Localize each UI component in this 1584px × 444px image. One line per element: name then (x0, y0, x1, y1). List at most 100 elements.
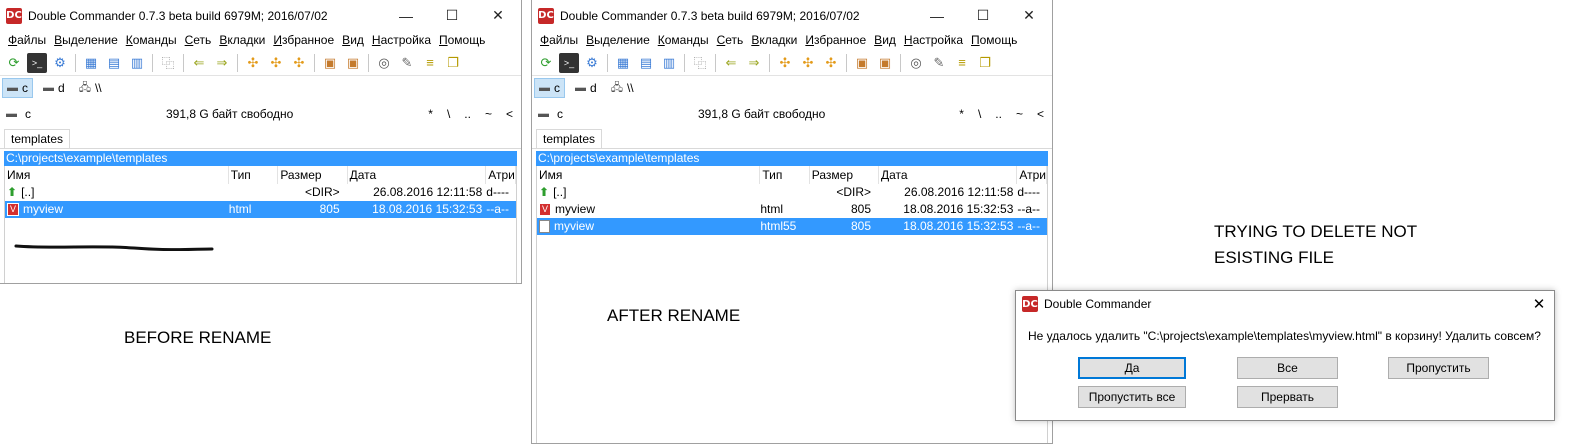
menu-commands[interactable]: Команды (654, 31, 713, 50)
col-size[interactable]: Размер (810, 166, 879, 184)
drive-button-c[interactable]: ▬ c (2, 78, 33, 98)
dialog-title-bar[interactable]: DC Double Commander ✕ (1016, 291, 1554, 317)
copy-left-icon[interactable]: ⇐ (189, 53, 209, 73)
drive-button-network[interactable]: 🖧 \\ (75, 77, 106, 100)
brief-view-icon[interactable]: ▦ (81, 53, 101, 73)
terminal-icon[interactable]: >_ (27, 52, 47, 73)
col-attr[interactable]: Атри (1017, 166, 1047, 184)
col-size[interactable]: Размер (278, 166, 348, 184)
current-drive[interactable]: ▬ c (6, 107, 166, 121)
menu-commands[interactable]: Команды (122, 31, 181, 50)
menu-selection[interactable]: Выделение (582, 31, 654, 50)
full-view-icon[interactable]: ▤ (104, 53, 124, 73)
menu-favorites[interactable]: Избранное (269, 31, 338, 50)
nav-root-button[interactable]: \ (447, 107, 450, 121)
flat-view-icon[interactable]: ⿻ (690, 53, 710, 73)
menu-network[interactable]: Сеть (181, 31, 216, 50)
tab-templates[interactable]: templates (536, 129, 603, 148)
col-name[interactable]: Имя (537, 166, 761, 184)
yes-button[interactable]: Да (1078, 357, 1186, 379)
thumbnail-view-icon[interactable]: ▥ (659, 53, 679, 73)
drive-button-c[interactable]: ▬ c (534, 78, 565, 98)
close-button[interactable]: ✕ (1006, 0, 1052, 31)
multi-rename-icon[interactable]: ✎ (397, 53, 417, 73)
menu-files[interactable]: Файлы (4, 31, 50, 50)
flat-view-icon[interactable]: ⿻ (158, 53, 178, 73)
search-binoculars-icon[interactable]: ◎ (374, 53, 394, 73)
drive-button-d[interactable]: ▬ d (39, 79, 69, 97)
options-gear-icon[interactable]: ⚙ (50, 53, 70, 73)
col-attr[interactable]: Атри (486, 166, 516, 184)
maximize-button[interactable]: ☐ (429, 0, 475, 31)
multi-rename-icon[interactable]: ✎ (929, 53, 949, 73)
terminal-icon[interactable]: >_ (559, 52, 579, 73)
col-type[interactable]: Тип (229, 166, 279, 184)
nav-up-button[interactable]: .. (464, 107, 471, 121)
compare-icon[interactable]: ❐ (975, 53, 995, 73)
file-row-myview-html55[interactable]: myview html55 805 18.08.2016 15:32:53 --… (537, 218, 1047, 235)
menu-selection[interactable]: Выделение (50, 31, 122, 50)
path-bar[interactable]: C:\projects\example\templates (536, 151, 1048, 166)
file-row-myview[interactable]: V myview html 805 18.08.2016 15:32:53 --… (5, 201, 516, 218)
sync-dirs-icon[interactable]: ≡ (420, 53, 440, 73)
menu-settings[interactable]: Настройка (900, 31, 967, 50)
file-row-myview-html[interactable]: V myview html 805 18.08.2016 15:32:53 --… (537, 201, 1047, 218)
title-bar[interactable]: DC Double Commander 0.7.3 beta build 697… (532, 0, 1052, 31)
minimize-button[interactable]: — (914, 0, 960, 31)
tab-templates[interactable]: templates (4, 129, 71, 148)
pack-icon[interactable]: ▣ (852, 53, 872, 73)
full-view-icon[interactable]: ▤ (636, 53, 656, 73)
nav-up-button[interactable]: .. (995, 107, 1002, 121)
maximize-button[interactable]: ☐ (960, 0, 1006, 31)
col-type[interactable]: Тип (760, 166, 810, 184)
minimize-button[interactable]: — (383, 0, 429, 31)
unpack-icon[interactable]: ▣ (875, 53, 895, 73)
skip-button[interactable]: Пропустить (1388, 357, 1489, 379)
col-date[interactable]: Дата (879, 166, 1018, 184)
invert-selection-icon[interactable]: ✣ (821, 53, 841, 73)
nav-home-button[interactable]: ~ (485, 107, 492, 121)
menu-tabs[interactable]: Вкладки (215, 31, 269, 50)
title-bar[interactable]: DC Double Commander 0.7.3 beta build 697… (0, 0, 521, 31)
col-date[interactable]: Дата (348, 166, 487, 184)
invert-selection-icon[interactable]: ✣ (289, 53, 309, 73)
select-group-icon[interactable]: ✣ (243, 53, 263, 73)
menu-tabs[interactable]: Вкладки (747, 31, 801, 50)
drive-button-network[interactable]: 🖧 \\ (607, 77, 638, 100)
select-group-icon[interactable]: ✣ (775, 53, 795, 73)
options-gear-icon[interactable]: ⚙ (582, 53, 602, 73)
sync-dirs-icon[interactable]: ≡ (952, 53, 972, 73)
nav-home-button[interactable]: ~ (1016, 107, 1023, 121)
drive-button-d[interactable]: ▬ d (571, 79, 601, 97)
current-drive[interactable]: ▬ c (538, 107, 698, 121)
col-name[interactable]: Имя (5, 166, 229, 184)
file-row-parent[interactable]: ⬆ [..] <DIR> 26.08.2016 12:11:58 d---- (5, 184, 516, 201)
refresh-icon[interactable]: ⟳ (4, 53, 24, 73)
close-button[interactable]: ✕ (475, 0, 521, 31)
brief-view-icon[interactable]: ▦ (613, 53, 633, 73)
menu-settings[interactable]: Настройка (368, 31, 435, 50)
copy-right-icon[interactable]: ⇒ (744, 53, 764, 73)
abort-button[interactable]: Прервать (1237, 386, 1338, 408)
path-bar[interactable]: C:\projects\example\templates (4, 151, 517, 166)
menu-help[interactable]: Помощь (967, 31, 1021, 50)
nav-root-button[interactable]: \ (978, 107, 981, 121)
nav-other-panel-button[interactable]: < (1037, 107, 1044, 121)
menu-view[interactable]: Вид (870, 31, 900, 50)
copy-right-icon[interactable]: ⇒ (212, 53, 232, 73)
thumbnail-view-icon[interactable]: ▥ (127, 53, 147, 73)
copy-left-icon[interactable]: ⇐ (721, 53, 741, 73)
nav-favorites-button[interactable]: * (428, 107, 433, 121)
all-button[interactable]: Все (1237, 357, 1338, 379)
menu-favorites[interactable]: Избранное (801, 31, 870, 50)
menu-files[interactable]: Файлы (536, 31, 582, 50)
menu-view[interactable]: Вид (338, 31, 368, 50)
unpack-icon[interactable]: ▣ (343, 53, 363, 73)
unselect-group-icon[interactable]: ✣ (266, 53, 286, 73)
pack-icon[interactable]: ▣ (320, 53, 340, 73)
refresh-icon[interactable]: ⟳ (536, 53, 556, 73)
unselect-group-icon[interactable]: ✣ (798, 53, 818, 73)
search-binoculars-icon[interactable]: ◎ (906, 53, 926, 73)
skip-all-button[interactable]: Пропустить все (1078, 386, 1186, 408)
nav-other-panel-button[interactable]: < (506, 107, 513, 121)
